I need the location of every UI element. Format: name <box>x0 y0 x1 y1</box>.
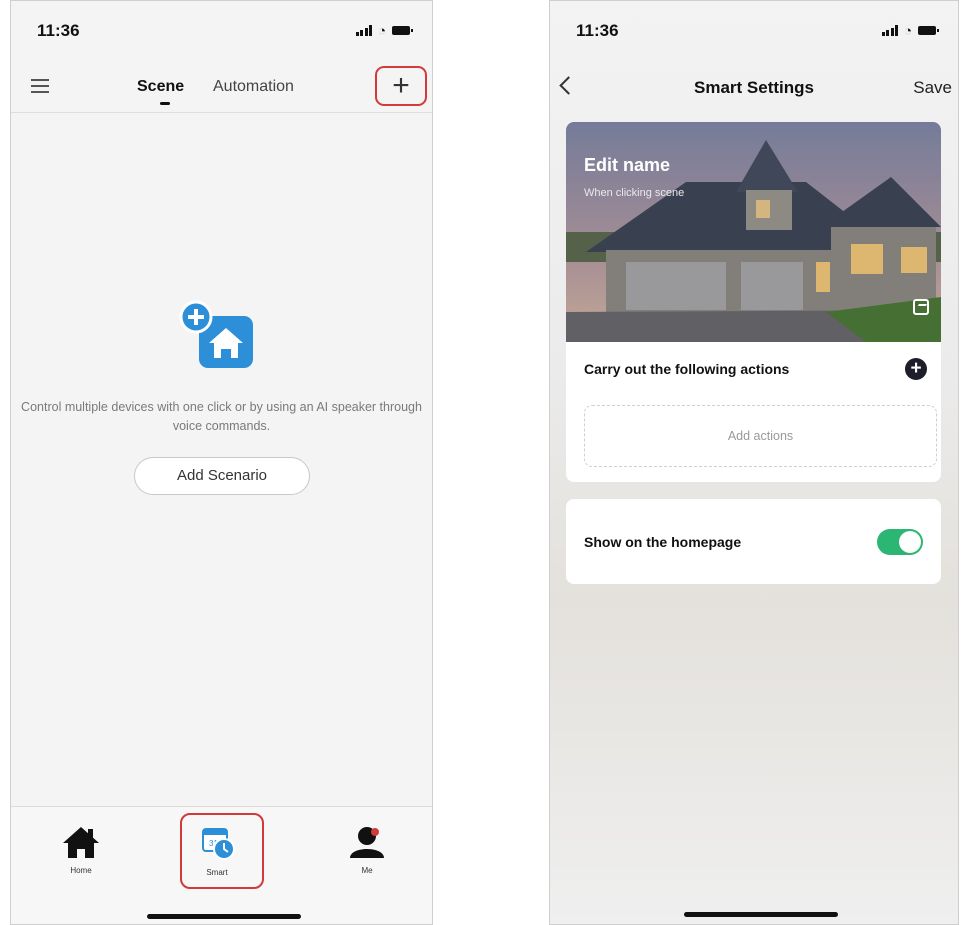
phone-scene-list: 11:36 ◔ Scene Automation + Control multi… <box>10 0 433 925</box>
header-divider <box>11 112 432 113</box>
status-bar: 11:36 ◔ <box>11 1 432 51</box>
battery-icon <box>918 26 939 35</box>
status-time: 11:36 <box>576 21 619 40</box>
show-on-homepage-label: Show on the homepage <box>584 534 742 550</box>
status-icons: ◔ <box>881 23 939 38</box>
empty-state-message: Control multiple devices with one click … <box>21 400 422 433</box>
signal-icon <box>881 25 899 36</box>
scene-header: Scene Automation + <box>11 61 432 113</box>
add-actions-button[interactable]: Add actions <box>584 405 937 467</box>
user-icon <box>350 827 384 858</box>
tab-me-label: Me <box>361 866 373 875</box>
add-action-plus-icon[interactable]: + <box>905 358 927 380</box>
tab-home[interactable]: Home <box>51 825 111 875</box>
home-indicator <box>684 912 838 917</box>
tab-active-indicator <box>160 102 170 105</box>
edit-name-link[interactable]: Edit name <box>584 155 670 176</box>
show-on-homepage-toggle[interactable] <box>877 529 923 555</box>
signal-icon <box>355 25 373 36</box>
homepage-card: Show on the homepage <box>566 499 941 584</box>
wifi-icon: ◔ <box>378 23 386 38</box>
status-icons: ◔ <box>355 23 413 38</box>
image-icon[interactable] <box>913 299 929 315</box>
status-bar: 11:36 ◔ <box>550 1 958 51</box>
tab-smart-label: Smart <box>206 868 228 877</box>
add-scene-button[interactable]: + <box>375 66 427 106</box>
bottom-tab-bar: Home 31 Smart Me <box>11 806 432 924</box>
page-title: Smart Settings <box>694 78 814 97</box>
wifi-icon: ◔ <box>904 23 912 38</box>
home-icon <box>63 827 99 858</box>
tab-automation[interactable]: Automation <box>213 78 294 96</box>
scene-subtitle: When clicking scene <box>584 187 685 199</box>
smart-clock-icon: 31 <box>202 828 235 860</box>
tab-smart[interactable]: 31 Smart <box>187 825 247 877</box>
add-scenario-button[interactable]: Add Scenario <box>134 457 310 495</box>
tab-scene[interactable]: Scene <box>137 78 184 96</box>
tab-home-label: Home <box>70 866 92 875</box>
actions-title: Carry out the following actions <box>584 361 790 377</box>
scene-card: Edit name When clicking scene Carry out … <box>566 122 941 482</box>
save-button[interactable]: Save <box>913 78 952 98</box>
phone-smart-settings: 11:36 ◔ Smart Settings Save Edit name Wh… <box>549 0 959 925</box>
status-time: 11:36 <box>37 21 80 40</box>
tab-me[interactable]: Me <box>337 825 397 875</box>
menu-icon[interactable] <box>31 79 49 93</box>
battery-icon <box>392 26 413 35</box>
home-indicator <box>147 914 301 919</box>
add-scene-icon <box>179 300 253 368</box>
settings-header: Smart Settings Save <box>550 61 958 113</box>
